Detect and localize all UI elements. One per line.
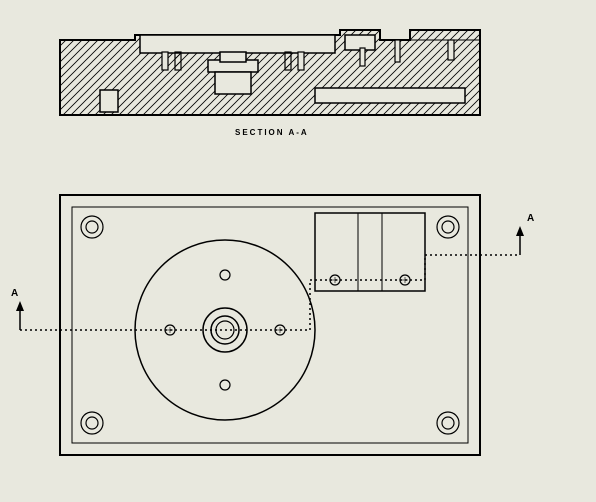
corner-hole-tr xyxy=(437,216,459,238)
section-marker-left-label: A xyxy=(11,288,18,299)
section-view xyxy=(60,30,480,115)
corner-hole-br xyxy=(437,412,459,434)
top-view xyxy=(16,195,524,455)
corner-hole-bl xyxy=(81,412,103,434)
section-marker-right-label: A xyxy=(527,213,534,224)
engineering-drawing-canvas: SECTION A-A A A xyxy=(0,0,596,502)
section-line-aa xyxy=(16,226,524,330)
corner-hole-tl xyxy=(81,216,103,238)
section-label: SECTION A-A xyxy=(235,128,309,137)
drawing-svg xyxy=(0,0,596,502)
